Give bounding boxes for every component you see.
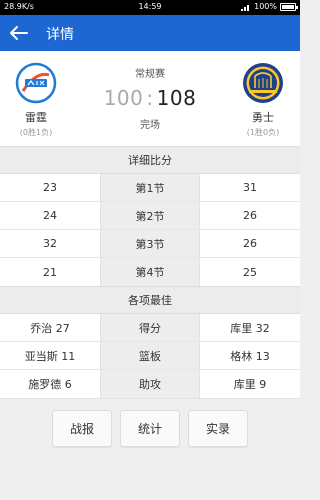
table-row: 24 第2节 26 bbox=[0, 202, 300, 230]
warriors-logo-icon bbox=[243, 63, 283, 103]
status-bar: 28.9K/s 14:59 100% bbox=[0, 0, 300, 15]
home-leader: 乔治 27 bbox=[0, 314, 100, 341]
status-right: 100% bbox=[241, 2, 298, 11]
stat-label: 得分 bbox=[100, 314, 200, 341]
back-button[interactable] bbox=[6, 21, 32, 45]
page-title: 详情 bbox=[46, 27, 74, 43]
away-team-record: (1胜0负) bbox=[246, 128, 280, 137]
leaders-title: 各项最佳 bbox=[0, 286, 300, 314]
stat-label: 助攻 bbox=[100, 370, 200, 398]
home-quarter-score: 21 bbox=[0, 258, 100, 286]
table-row: 亚当斯 11 篮板 格林 13 bbox=[0, 342, 300, 370]
stats-button[interactable]: 统计 bbox=[120, 410, 180, 447]
home-leader: 亚当斯 11 bbox=[0, 342, 100, 369]
home-quarter-score: 32 bbox=[0, 230, 100, 257]
leaders-table: 乔治 27 得分 库里 32 亚当斯 11 篮板 格林 13 施罗德 6 助攻 … bbox=[0, 314, 300, 399]
away-score: 108 bbox=[156, 86, 197, 110]
home-team-name: 雷霆 bbox=[25, 111, 47, 124]
arrow-left-icon bbox=[10, 26, 28, 40]
quarters-title: 详细比分 bbox=[0, 146, 300, 174]
home-quarter-score: 23 bbox=[0, 174, 100, 201]
away-leader: 格林 13 bbox=[200, 342, 300, 369]
score-separator: : bbox=[146, 86, 154, 110]
quarters-table: 23 第1节 31 24 第2节 26 32 第3节 26 21 第4节 25 bbox=[0, 174, 300, 287]
game-type: 常规赛 bbox=[135, 69, 165, 80]
away-team-name: 勇士 bbox=[252, 111, 274, 124]
quarter-label: 第3节 bbox=[100, 230, 200, 257]
away-team[interactable]: 勇士 (1胜0负) bbox=[228, 61, 298, 138]
battery-icon bbox=[280, 2, 298, 11]
table-row: 施罗德 6 助攻 库里 9 bbox=[0, 370, 300, 398]
playbyplay-button[interactable]: 实录 bbox=[188, 410, 248, 447]
home-leader: 施罗德 6 bbox=[0, 370, 100, 398]
away-leader: 库里 32 bbox=[200, 314, 300, 341]
quarter-label: 第1节 bbox=[100, 174, 200, 201]
score-center: 常规赛 100:108 完场 bbox=[80, 65, 220, 131]
score-line: 100:108 bbox=[80, 86, 220, 110]
home-score: 100 bbox=[103, 86, 144, 110]
game-status: 完场 bbox=[140, 120, 160, 131]
quarter-label: 第2节 bbox=[100, 202, 200, 229]
signal-icon bbox=[241, 4, 250, 11]
stat-label: 篮板 bbox=[100, 342, 200, 369]
thunder-logo-icon bbox=[15, 62, 57, 104]
table-row: 21 第4节 25 bbox=[0, 258, 300, 286]
battery-percent: 100% bbox=[254, 2, 277, 11]
away-quarter-score: 26 bbox=[200, 230, 300, 257]
away-leader: 库里 9 bbox=[200, 370, 300, 398]
home-quarter-score: 24 bbox=[0, 202, 100, 229]
away-quarter-score: 26 bbox=[200, 202, 300, 229]
report-button[interactable]: 战报 bbox=[52, 410, 112, 447]
home-team-record: (0胜1负) bbox=[19, 128, 53, 137]
table-row: 23 第1节 31 bbox=[0, 174, 300, 202]
app-bar: 详情 bbox=[0, 15, 300, 51]
away-quarter-score: 31 bbox=[200, 174, 300, 201]
table-row: 32 第3节 26 bbox=[0, 230, 300, 258]
away-quarter-score: 25 bbox=[200, 258, 300, 286]
home-team[interactable]: 雷霆 (0胜1负) bbox=[1, 61, 71, 138]
quarter-label: 第4节 bbox=[100, 258, 200, 286]
table-row: 乔治 27 得分 库里 32 bbox=[0, 314, 300, 342]
match-header: 雷霆 (0胜1负) 常规赛 100:108 完场 勇士 (1胜0负) bbox=[0, 51, 300, 146]
